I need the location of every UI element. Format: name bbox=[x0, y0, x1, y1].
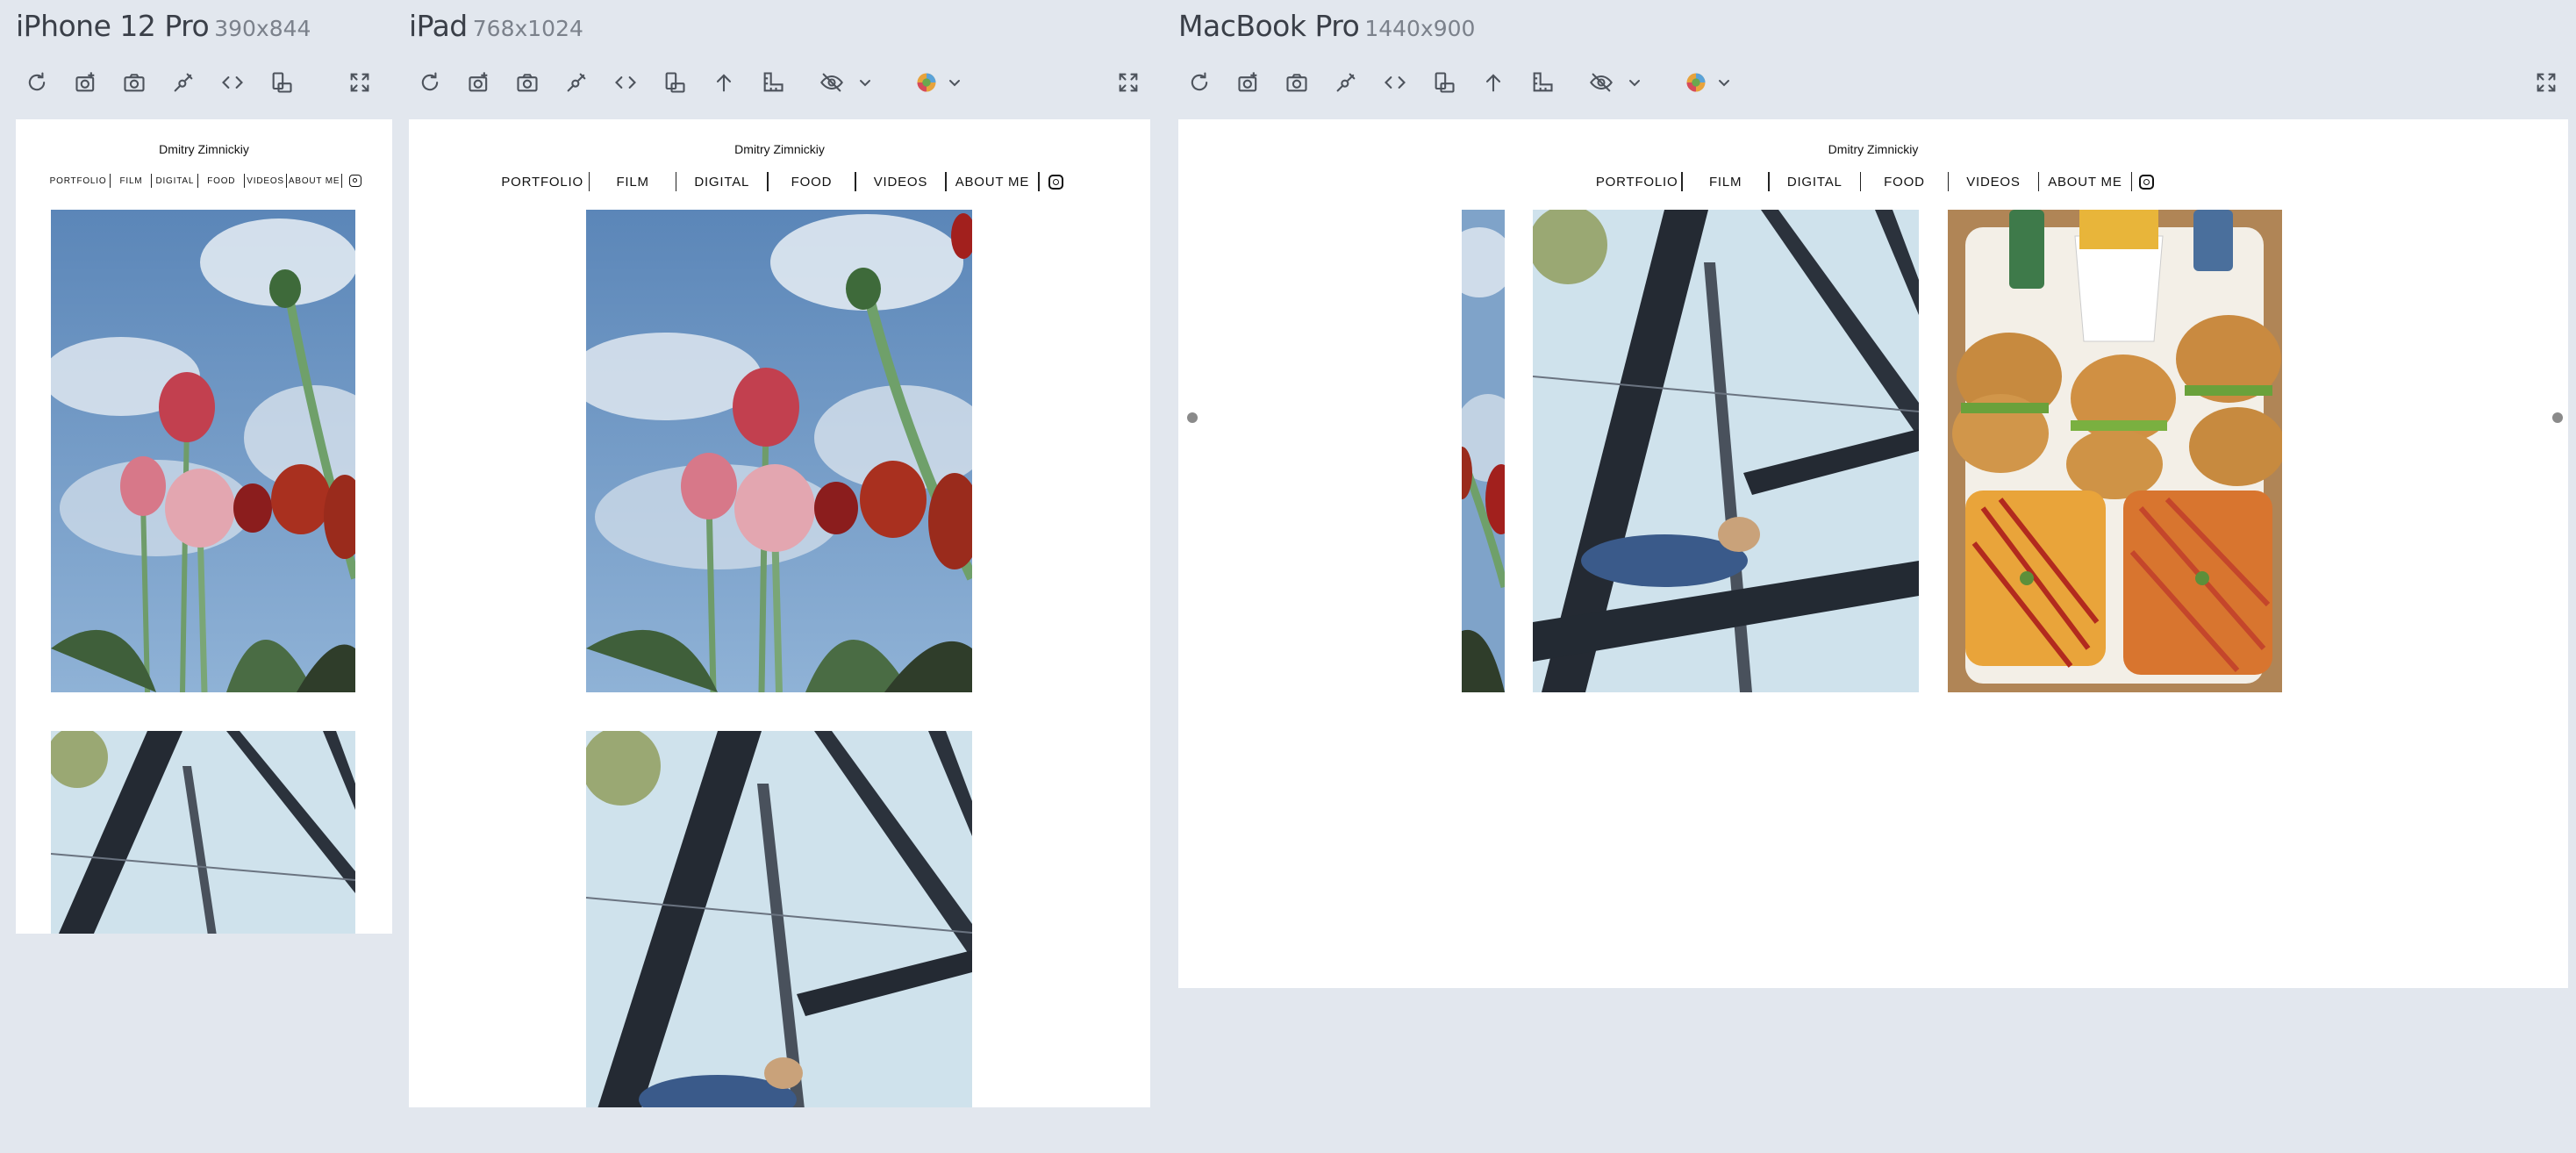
site-nav: PORTFOLIO FILM DIGITAL FOOD VIDEOS ABOUT… bbox=[16, 174, 392, 188]
device-header: MacBook Pro 1440x900 bbox=[1178, 9, 1475, 43]
site-nav: PORTFOLIO FILM DIGITAL FOOD VIDEOS ABOUT… bbox=[1178, 172, 2568, 191]
photo-tulips[interactable] bbox=[586, 210, 972, 692]
device-iphone: iPhone 12 Pro 390x844 Dmitry Zimnickiy PO… bbox=[16, 0, 393, 965]
device-toolbar bbox=[409, 65, 1151, 100]
code-icon[interactable] bbox=[215, 65, 250, 100]
code-icon[interactable] bbox=[1377, 65, 1413, 100]
nav-separator bbox=[341, 174, 343, 188]
device-size: 1440x900 bbox=[1364, 16, 1476, 41]
fullscreen-icon[interactable] bbox=[1111, 65, 1146, 100]
screenshot-icon[interactable] bbox=[1231, 65, 1266, 100]
bridge-illustration bbox=[1533, 210, 1919, 692]
chevron-down-icon[interactable] bbox=[858, 70, 876, 97]
tulips-illustration bbox=[586, 210, 972, 692]
photo-bridge[interactable] bbox=[586, 731, 972, 1107]
nav-digital[interactable]: DIGITAL bbox=[1770, 175, 1860, 190]
nav-separator bbox=[2130, 172, 2133, 191]
burgers-illustration bbox=[1948, 210, 2282, 692]
device-viewport: Dmitry Zimnickiy PORTFOLIO FILM DIGITAL … bbox=[409, 119, 1150, 1107]
visibility-icon[interactable] bbox=[1584, 65, 1619, 100]
photo-bridge[interactable] bbox=[51, 731, 355, 934]
device-header: iPhone 12 Pro 390x844 bbox=[16, 9, 311, 43]
rotate-device-icon[interactable] bbox=[264, 65, 299, 100]
chevron-down-icon[interactable] bbox=[948, 70, 965, 97]
tulips-illustration bbox=[1462, 210, 1505, 692]
link-icon[interactable] bbox=[166, 65, 201, 100]
nav-digital[interactable]: DIGITAL bbox=[152, 176, 197, 186]
photo-tulips[interactable] bbox=[51, 210, 355, 692]
instagram-icon[interactable] bbox=[1048, 174, 1063, 190]
code-icon[interactable] bbox=[608, 65, 643, 100]
carousel-next-dot[interactable] bbox=[2552, 412, 2563, 423]
screenshot-icon[interactable] bbox=[68, 65, 104, 100]
color-picker-icon[interactable] bbox=[1678, 65, 1714, 100]
rotate-device-icon[interactable] bbox=[1427, 65, 1462, 100]
device-viewport: Dmitry Zimnickiy PORTFOLIO FILM DIGITAL … bbox=[16, 119, 392, 934]
device-macbook: MacBook Pro 1440x900 Dmitry Zimnickiy POR… bbox=[1178, 0, 2569, 1000]
nav-about-me[interactable]: ABOUT ME bbox=[947, 175, 1038, 190]
nav-portfolio[interactable]: PORTFOLIO bbox=[47, 176, 111, 186]
camera-icon[interactable] bbox=[117, 65, 152, 100]
color-picker-icon[interactable] bbox=[909, 65, 944, 100]
instagram-icon[interactable] bbox=[2139, 174, 2155, 190]
refresh-icon[interactable] bbox=[19, 65, 54, 100]
visibility-icon[interactable] bbox=[814, 65, 849, 100]
nav-food[interactable]: FOOD bbox=[1861, 175, 1948, 190]
fullscreen-icon[interactable] bbox=[2529, 65, 2564, 100]
camera-icon[interactable] bbox=[1279, 65, 1314, 100]
nav-portfolio[interactable]: PORTFOLIO bbox=[1592, 175, 1682, 190]
device-size: 390x844 bbox=[214, 16, 311, 41]
nav-food[interactable]: FOOD bbox=[198, 176, 244, 186]
site-title[interactable]: Dmitry Zimnickiy bbox=[409, 142, 1150, 156]
nav-about-me[interactable]: ABOUT ME bbox=[2039, 175, 2130, 190]
device-name: iPhone 12 Pro bbox=[16, 9, 210, 43]
nav-digital[interactable]: DIGITAL bbox=[676, 175, 767, 190]
device-name: MacBook Pro bbox=[1178, 9, 1360, 43]
photo-bridge[interactable] bbox=[1533, 210, 1919, 692]
ruler-icon[interactable] bbox=[755, 65, 791, 100]
camera-icon[interactable] bbox=[510, 65, 545, 100]
site-title[interactable]: Dmitry Zimnickiy bbox=[16, 142, 392, 156]
rotate-device-icon[interactable] bbox=[657, 65, 692, 100]
ruler-icon[interactable] bbox=[1525, 65, 1560, 100]
bridge-illustration bbox=[586, 731, 972, 1107]
refresh-icon[interactable] bbox=[412, 65, 447, 100]
carousel-prev-dot[interactable] bbox=[1187, 412, 1198, 423]
link-icon[interactable] bbox=[1328, 65, 1363, 100]
scroll-up-icon[interactable] bbox=[706, 65, 741, 100]
nav-film[interactable]: FILM bbox=[590, 175, 675, 190]
site-nav: PORTFOLIO FILM DIGITAL FOOD VIDEOS ABOUT… bbox=[409, 172, 1150, 191]
refresh-icon[interactable] bbox=[1182, 65, 1217, 100]
link-icon[interactable] bbox=[559, 65, 594, 100]
device-size: 768x1024 bbox=[472, 16, 583, 41]
fullscreen-icon[interactable] bbox=[342, 65, 377, 100]
bridge-illustration bbox=[51, 731, 355, 934]
chevron-down-icon[interactable] bbox=[1717, 70, 1735, 97]
device-name: iPad bbox=[409, 9, 468, 43]
nav-videos[interactable]: VIDEOS bbox=[856, 175, 945, 190]
device-viewport: Dmitry Zimnickiy PORTFOLIO FILM DIGITAL … bbox=[1178, 119, 2568, 988]
device-header: iPad 768x1024 bbox=[409, 9, 583, 43]
photo-tulips-partial[interactable] bbox=[1462, 210, 1505, 692]
nav-film[interactable]: FILM bbox=[111, 176, 151, 186]
nav-food[interactable]: FOOD bbox=[769, 175, 855, 190]
device-toolbar bbox=[1178, 65, 2569, 100]
nav-videos[interactable]: VIDEOS bbox=[1949, 175, 2037, 190]
instagram-icon[interactable] bbox=[349, 175, 362, 187]
screenshot-icon[interactable] bbox=[462, 65, 497, 100]
tulips-illustration bbox=[51, 210, 355, 692]
scroll-up-icon[interactable] bbox=[1476, 65, 1511, 100]
nav-separator bbox=[1038, 172, 1040, 191]
device-toolbar bbox=[16, 65, 384, 100]
nav-film[interactable]: FILM bbox=[1683, 175, 1768, 190]
device-ipad: iPad 768x1024 Dmitry Zimnickiy PORTFOLIO … bbox=[409, 0, 1151, 1123]
nav-portfolio[interactable]: PORTFOLIO bbox=[496, 175, 589, 190]
nav-videos[interactable]: VIDEOS bbox=[245, 176, 286, 186]
photo-burgers[interactable] bbox=[1948, 210, 2282, 692]
nav-about-me[interactable]: ABOUT ME bbox=[287, 176, 341, 186]
site-title[interactable]: Dmitry Zimnickiy bbox=[1178, 142, 2568, 156]
chevron-down-icon[interactable] bbox=[1628, 70, 1645, 97]
